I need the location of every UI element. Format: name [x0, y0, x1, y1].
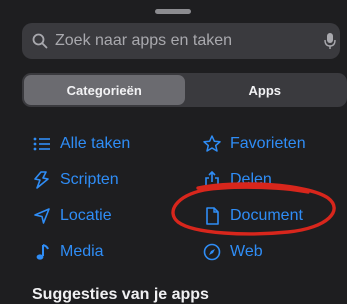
category-media[interactable]: Media — [32, 240, 104, 264]
music-note-icon — [32, 242, 52, 262]
category-label: Locatie — [60, 207, 112, 224]
category-label: Delen — [230, 171, 272, 188]
category-all-tasks[interactable]: Alle taken — [32, 132, 130, 156]
category-grid: Alle taken Scripten Locatie Media Favori… — [0, 0, 347, 304]
share-icon — [202, 170, 222, 190]
category-label: Media — [60, 243, 104, 260]
list-icon — [32, 134, 52, 154]
scripting-icon — [32, 170, 52, 190]
category-web[interactable]: Web — [202, 240, 263, 264]
document-icon — [202, 206, 222, 226]
category-label: Scripten — [60, 171, 119, 188]
category-label: Alle taken — [60, 135, 131, 152]
location-arrow-icon — [32, 206, 52, 226]
star-icon — [202, 134, 222, 154]
category-share[interactable]: Delen — [202, 168, 272, 192]
category-favorites[interactable]: Favorieten — [202, 132, 306, 156]
category-label: Favorieten — [230, 135, 306, 152]
category-scripting[interactable]: Scripten — [32, 168, 119, 192]
category-label: Web — [230, 243, 263, 260]
suggestions-heading: Suggesties van je apps — [32, 286, 209, 303]
category-label: Document — [230, 207, 303, 224]
category-location[interactable]: Locatie — [32, 204, 112, 228]
compass-icon — [202, 242, 222, 262]
category-document[interactable]: Document — [202, 204, 303, 228]
